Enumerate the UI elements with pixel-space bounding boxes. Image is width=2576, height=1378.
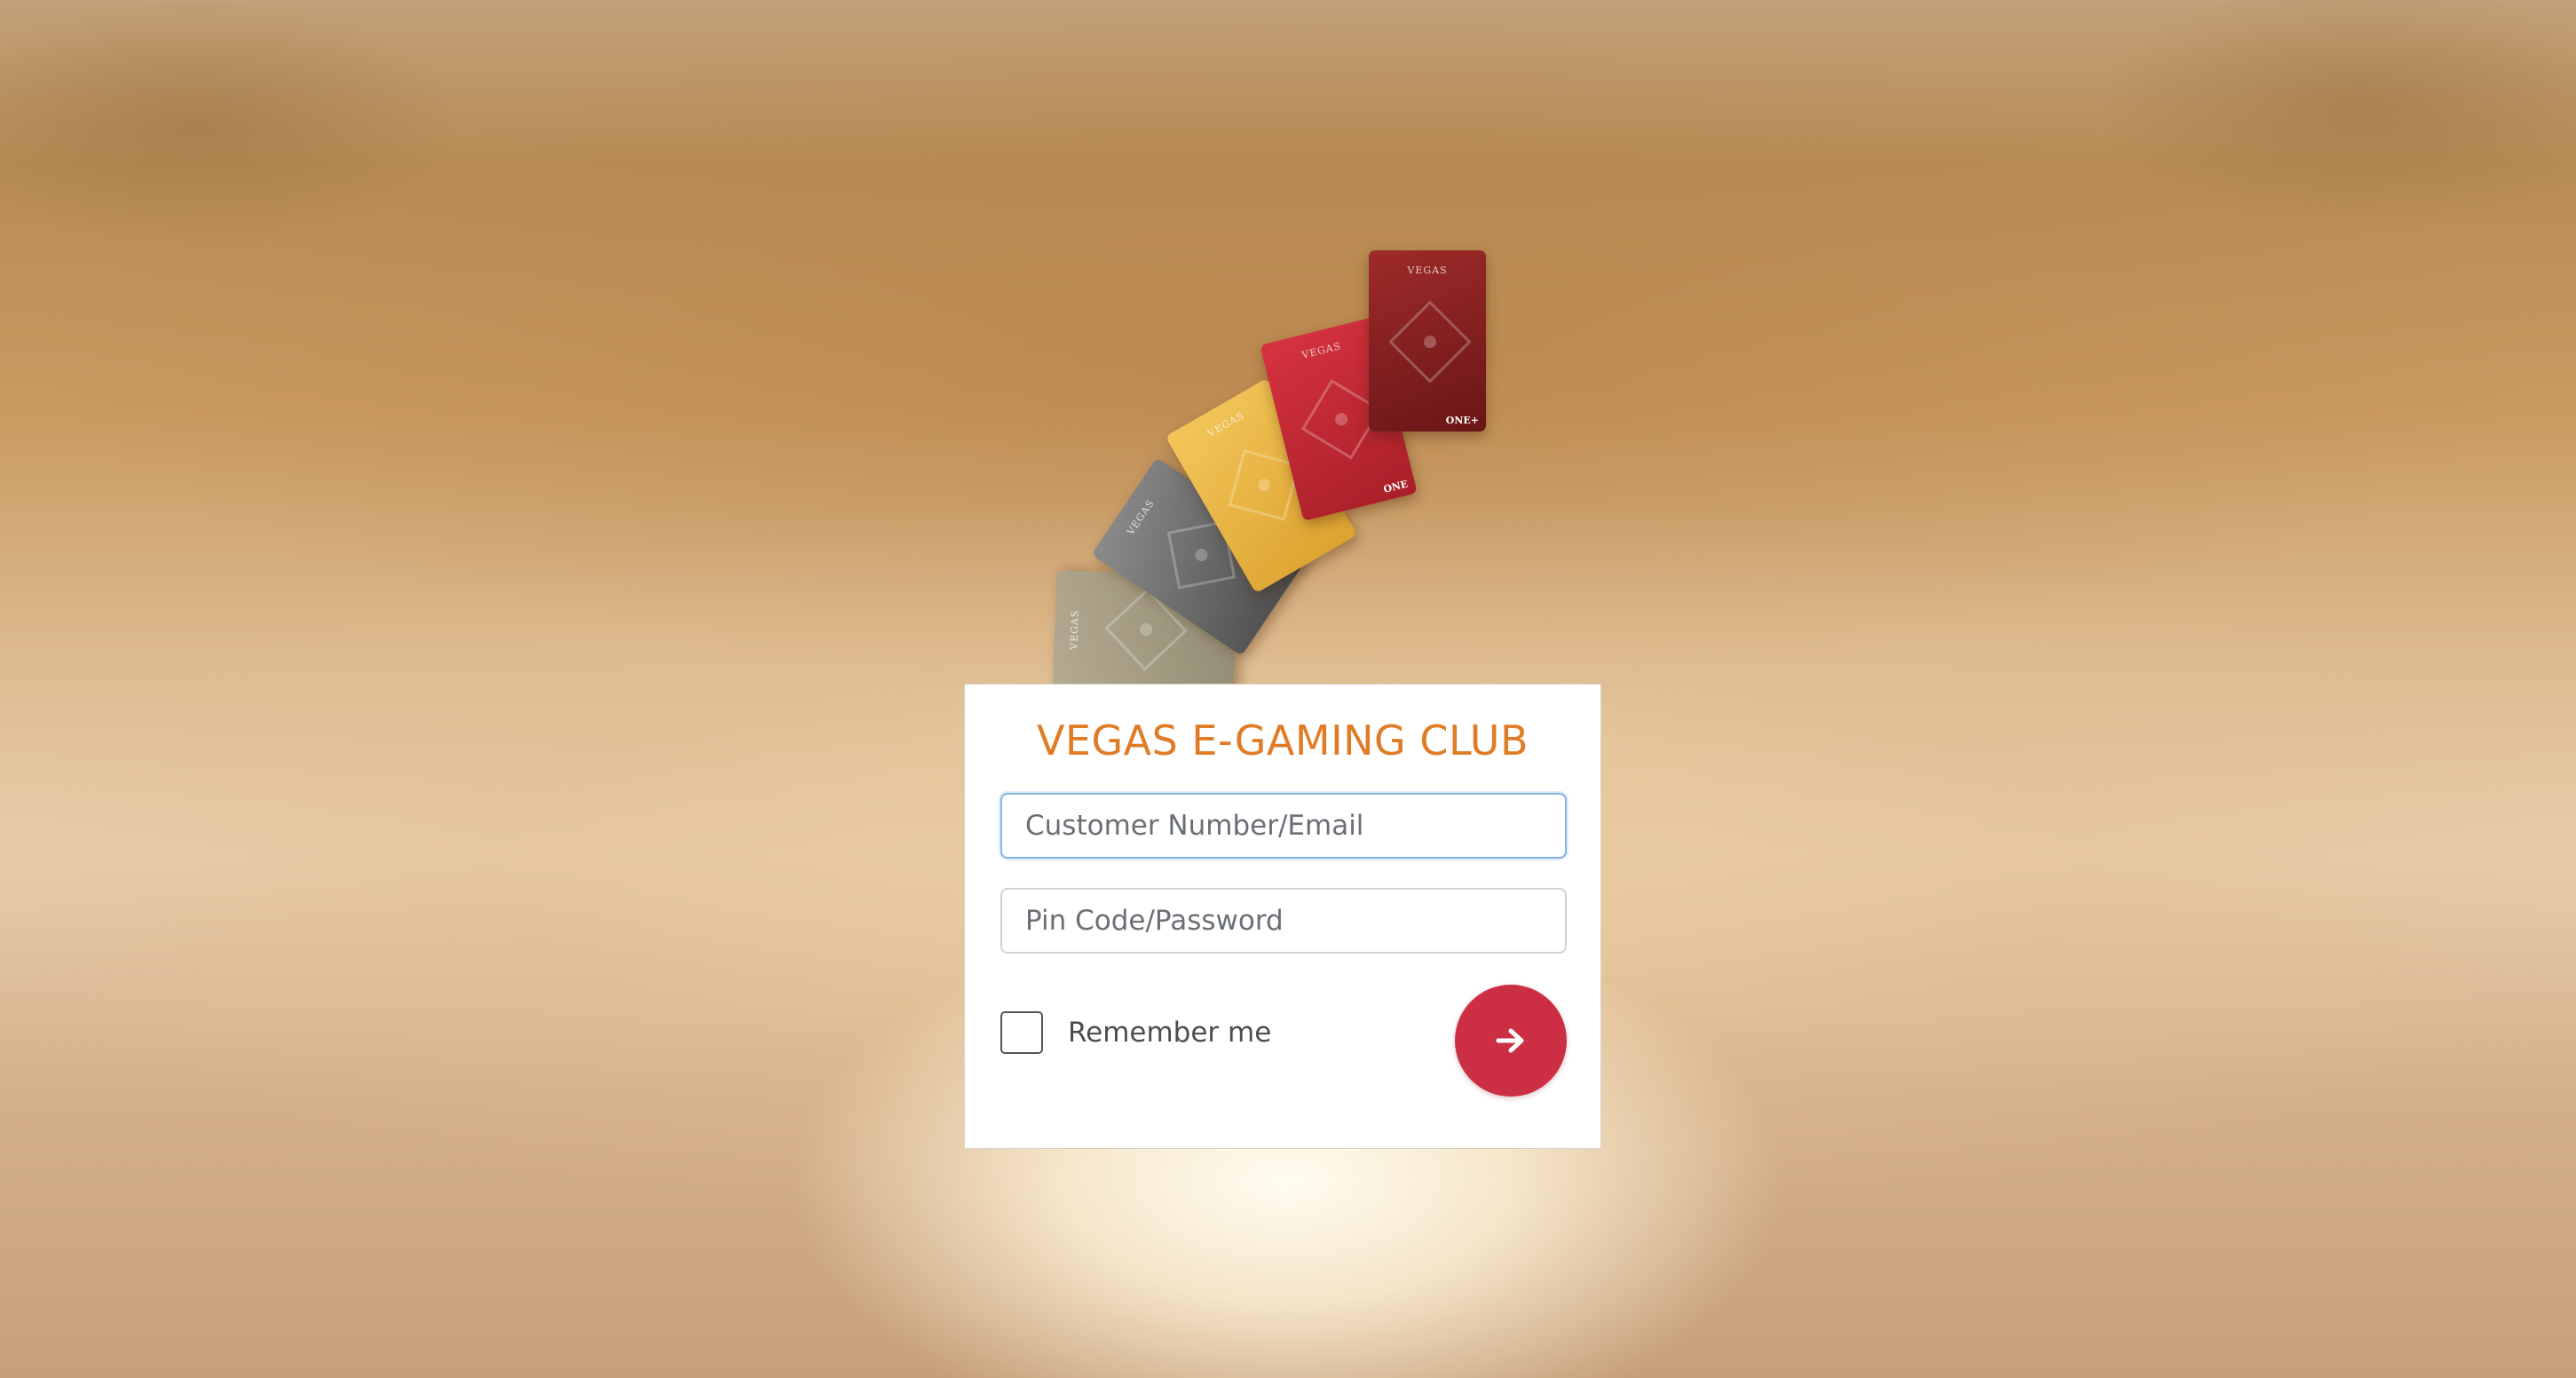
membership-cards-illustration: VEGAS VEGAS VEGAS VEGAS ONE VEGAS ONE+: [1052, 240, 1518, 694]
arrow-right-icon: [1496, 1028, 1524, 1053]
remember-me-row[interactable]: Remember me: [1000, 1011, 1271, 1054]
customer-number-email-input[interactable]: [1000, 793, 1567, 859]
card-brand: VEGAS: [1205, 409, 1247, 440]
card-brand: VEGAS: [1300, 340, 1343, 361]
login-panel: VEGAS E-GAMING CLUB Remember me: [964, 684, 1601, 1149]
login-submit-button[interactable]: [1455, 985, 1567, 1097]
diamond-icon: [1388, 300, 1472, 384]
card-brand: VEGAS: [1125, 497, 1158, 537]
page-title: VEGAS E-GAMING CLUB: [1036, 717, 1529, 764]
pin-code-password-input[interactable]: [1000, 888, 1567, 954]
card-tier: ONE+: [1445, 415, 1479, 426]
remember-me-label[interactable]: Remember me: [1068, 1017, 1271, 1049]
card-brand: VEGAS: [1068, 609, 1081, 651]
card-brand: VEGAS: [1407, 265, 1448, 276]
card-tier: ONE: [1382, 478, 1410, 495]
remember-me-checkbox[interactable]: [1000, 1011, 1043, 1054]
burgundy-card: VEGAS ONE+: [1369, 250, 1486, 432]
